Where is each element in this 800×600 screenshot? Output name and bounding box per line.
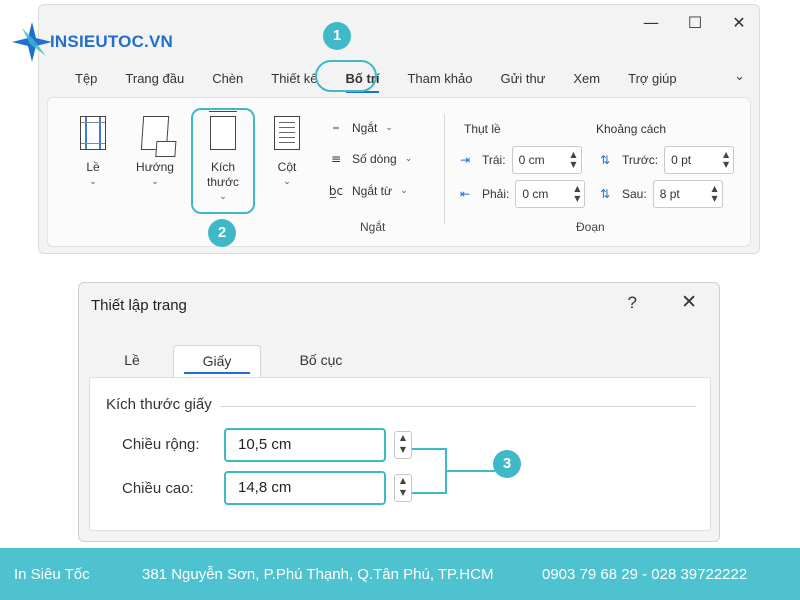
- spin-arrows-icon[interactable]: ▲ ▼: [574, 184, 580, 204]
- indent-right-icon: ⇤: [460, 187, 471, 201]
- tab-insert[interactable]: Chèn: [198, 65, 257, 93]
- tab-view[interactable]: Xem: [559, 65, 614, 93]
- orientation-button[interactable]: Hướng ⌄: [130, 116, 180, 187]
- spacing-after-input[interactable]: 8 pt ▲ ▼: [652, 180, 723, 208]
- line-numbers-label: Số dòng: [352, 152, 397, 166]
- width-label: Chiều rộng:: [122, 436, 200, 453]
- page-setup-group-label: Ngắt: [360, 220, 386, 234]
- active-tab-underline: [184, 372, 250, 374]
- indent-left-input[interactable]: 0 cm ▲ ▼: [511, 146, 582, 174]
- height-input[interactable]: 14,8 cm: [224, 471, 386, 505]
- width-input[interactable]: 10,5 cm: [224, 428, 386, 462]
- spin-arrows-icon[interactable]: ▲ ▼: [570, 150, 576, 170]
- indent-left-row: ⇥ Trái: 0 cm ▲ ▼: [460, 146, 582, 174]
- height-spinner[interactable]: ▲ ▼: [394, 474, 412, 502]
- paper-panel: Kích thước giấy Chiều rộng: 10,5 cm ▲ ▼ C…: [89, 377, 711, 531]
- orientation-label: Hướng: [136, 160, 174, 174]
- dialog-tab-paper[interactable]: Giấy: [173, 345, 261, 377]
- page-setup-dialog: Thiết lập trang ? ✕ Lề Giấy Bố cục Kích …: [78, 282, 720, 542]
- tab-home[interactable]: Trang đầu: [111, 65, 198, 93]
- chevron-down-icon: ⌄: [404, 154, 413, 164]
- chevron-down-icon: ⌄: [385, 122, 393, 133]
- indent-heading: Thụt lề: [464, 122, 501, 136]
- spacing-after-value: 8 pt: [659, 187, 680, 201]
- group-divider: [444, 114, 445, 224]
- chevron-down-icon: ⌄: [89, 177, 97, 187]
- margins-icon: [80, 116, 106, 150]
- step-badge-1: 1: [323, 22, 351, 50]
- hyphenation-icon: b̲c: [328, 184, 344, 198]
- width-spinner[interactable]: ▲ ▼: [394, 431, 412, 459]
- dialog-tab-paper-label: Giấy: [202, 353, 232, 369]
- minimize-icon[interactable]: —: [641, 13, 661, 32]
- spacing-before-row: ⇅ Trước: 0 pt ▲ ▼: [600, 146, 735, 174]
- chevron-down-icon: ⌄: [400, 186, 408, 196]
- line-numbers-icon: ≡: [330, 152, 342, 166]
- spacing-after-icon: ⇅: [600, 187, 611, 201]
- spacing-before-value: 0 pt: [671, 153, 692, 167]
- section-divider: [220, 406, 696, 407]
- close-icon[interactable]: ✕: [729, 13, 749, 32]
- spacing-before-label: Trước:: [622, 153, 659, 167]
- height-label: Chiều cao:: [122, 480, 194, 497]
- spacing-heading: Khoảng cách: [596, 122, 667, 136]
- footer-address: 381 Nguyễn Sơn, P.Phú Thạnh, Q.Tân Phú, …: [142, 565, 494, 583]
- margins-label: Lề: [86, 160, 100, 174]
- indent-right-label: Phải:: [482, 187, 510, 201]
- footer-bar: In Siêu Tốc 381 Nguyễn Sơn, P.Phú Thạnh,…: [0, 548, 800, 600]
- tab-mailings[interactable]: Gửi thư: [487, 65, 560, 93]
- paragraph-group-label: Đoạn: [576, 220, 605, 234]
- indent-left-label: Trái:: [482, 153, 506, 167]
- hyphenation-label: Ngắt từ: [352, 184, 393, 198]
- footer-phones: 0903 79 68 29 - 028 39722222: [542, 565, 748, 583]
- chevron-down-icon[interactable]: ⌄: [734, 69, 745, 84]
- indent-right-input[interactable]: 0 cm ▲ ▼: [515, 180, 586, 208]
- step-badge-3: 3: [493, 450, 521, 478]
- brand-name: INSIEUTOC.VN: [50, 32, 173, 51]
- paper-size-heading: Kích thước giấy: [106, 396, 212, 413]
- close-icon[interactable]: ✕: [681, 291, 697, 313]
- chevron-down-icon: ⌄: [151, 177, 159, 187]
- bracket-connector: [445, 470, 495, 472]
- spin-arrows-icon[interactable]: ▲ ▼: [723, 150, 729, 170]
- ribbon-body: Lề ⌄ Hướng ⌄ Kích thước ⌄ Cột ⌄ ⎯ Ngắt ⌄…: [47, 97, 751, 247]
- columns-button[interactable]: Cột ⌄: [262, 116, 312, 187]
- tab-help[interactable]: Trợ giúp: [614, 65, 691, 93]
- size-button-highlight: [191, 108, 255, 214]
- breaks-button[interactable]: ⎯ Ngắt ⌄: [328, 120, 393, 135]
- layout-tab-highlight: [315, 60, 377, 92]
- orientation-icon: [140, 116, 170, 150]
- columns-label: Cột: [277, 160, 297, 174]
- spacing-after-row: ⇅ Sau: 8 pt ▲ ▼: [600, 180, 723, 208]
- spin-arrows-icon[interactable]: ▲ ▼: [712, 184, 718, 204]
- breaks-label: Ngắt: [352, 120, 378, 135]
- help-icon[interactable]: ?: [628, 293, 637, 313]
- spacing-before-input[interactable]: 0 pt ▲ ▼: [664, 146, 735, 174]
- line-numbers-button[interactable]: ≡ Số dòng ⌄: [328, 152, 412, 166]
- spacing-before-icon: ⇅: [600, 153, 611, 167]
- window-controls: — ☐ ✕: [641, 13, 749, 32]
- columns-icon: [274, 116, 300, 150]
- tab-references[interactable]: Tham khảo: [393, 65, 486, 93]
- page-break-icon: ⎯: [332, 120, 339, 134]
- dialog-tab-layout[interactable]: Bố cục: [261, 345, 381, 377]
- dialog-title: Thiết lập trang: [91, 297, 187, 314]
- chevron-down-icon: ⌄: [283, 177, 291, 187]
- spacing-after-label: Sau:: [622, 187, 647, 201]
- brand-logo: INSIEUTOC.VN: [12, 22, 173, 62]
- indent-left-value: 0 cm: [518, 153, 545, 167]
- indent-right-value: 0 cm: [522, 187, 549, 201]
- star-logo-icon: [12, 22, 52, 62]
- margins-button[interactable]: Lề ⌄: [68, 116, 118, 187]
- bracket-top: [412, 448, 446, 450]
- maximize-icon[interactable]: ☐: [685, 13, 705, 32]
- indent-right-row: ⇤ Phải: 0 cm ▲ ▼: [460, 180, 586, 208]
- footer-company: In Siêu Tốc: [14, 565, 90, 583]
- dialog-tab-margins[interactable]: Lề: [91, 345, 173, 377]
- indent-left-icon: ⇥: [460, 153, 471, 167]
- bracket-bottom: [412, 492, 446, 494]
- tab-file[interactable]: Tệp: [61, 65, 111, 93]
- hyphenation-button[interactable]: b̲c Ngắt từ ⌄: [328, 184, 408, 198]
- step-badge-2: 2: [208, 219, 236, 247]
